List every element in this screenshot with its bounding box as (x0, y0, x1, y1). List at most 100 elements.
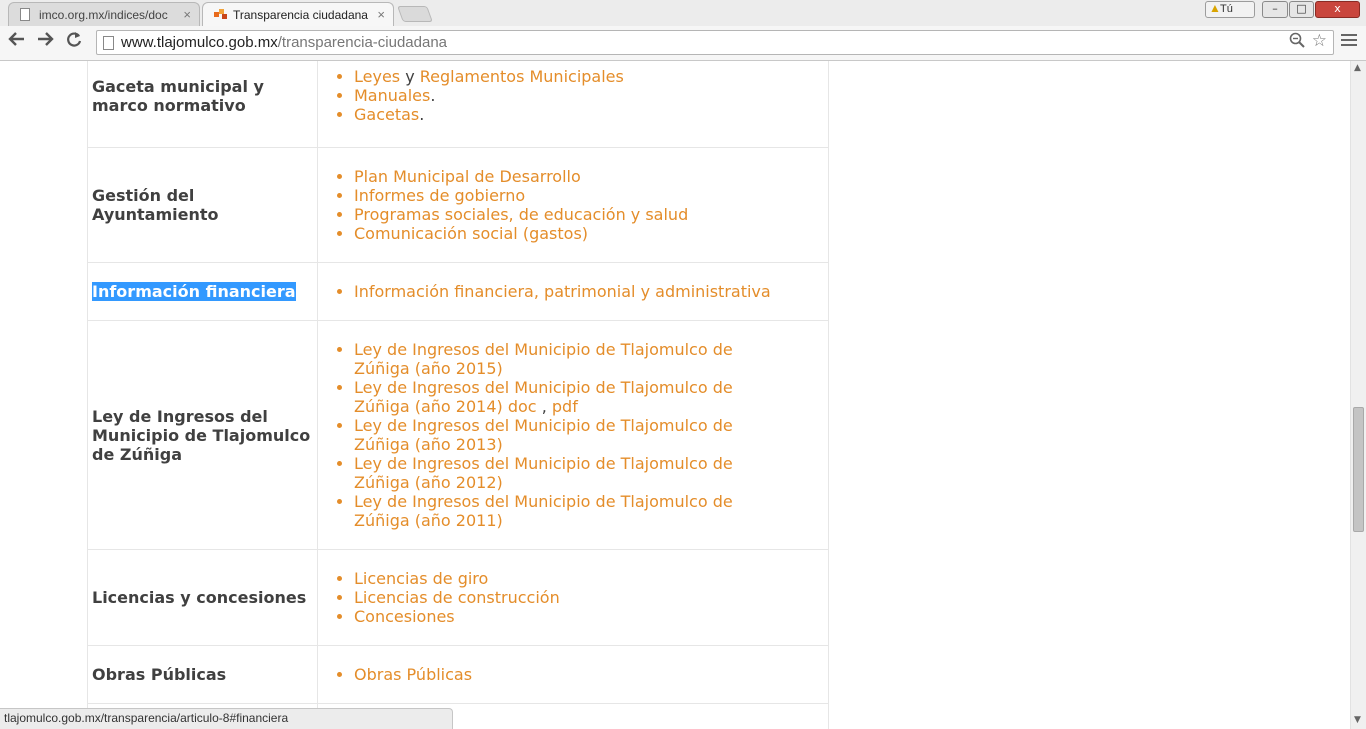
list-item: Concesiones (354, 607, 828, 626)
zoom-icon[interactable] (1289, 32, 1305, 53)
link-informacion-financiera[interactable]: Información financiera, patrimonial y ad… (354, 282, 771, 301)
link-list: Información financiera, patrimonial y ad… (328, 282, 828, 301)
category-cell: Licencias y concesiones (87, 549, 318, 646)
period-text: . (430, 86, 436, 105)
back-button[interactable] (5, 31, 29, 53)
links-cell: Licencias de giro Licencias de construcc… (317, 549, 829, 646)
table-row: Obras Públicas Obras Públicas (87, 645, 829, 704)
tab-title: Transparencia ciudadana (233, 8, 368, 22)
link-list: Plan Municipal de Desarrollo Informes de… (328, 167, 828, 243)
page-icon (103, 36, 114, 50)
hamburger-menu-icon[interactable] (1341, 34, 1357, 49)
category-cell: Obras Públicas (87, 645, 318, 704)
reload-button[interactable] (62, 31, 86, 53)
page-icon (20, 8, 30, 24)
browser-toolbar: www.tlajomulco.gob.mx/transparencia-ciud… (0, 26, 1366, 61)
category-cell: Gaceta municipal y marco normativo (87, 61, 318, 148)
tab-title: imco.org.mx/indices/doc (39, 8, 168, 22)
arrow-left-icon (8, 31, 26, 52)
links-cell: Plan Municipal de Desarrollo Informes de… (317, 147, 829, 263)
list-item: Gacetas. (354, 105, 828, 124)
link-licencias-construccion[interactable]: Licencias de construcción (354, 588, 560, 607)
link-ley-2013[interactable]: Ley de Ingresos del Municipio de Tlajomu… (354, 416, 733, 454)
link-comunicacion[interactable]: Comunicación social (gastos) (354, 224, 588, 243)
links-cell: Información financiera, patrimonial y ad… (317, 262, 829, 321)
list-item: Licencias de construcción (354, 588, 828, 607)
link-list: Obras Públicas (328, 665, 828, 684)
reload-icon (65, 32, 83, 54)
links-cell: Leyes y Reglamentos Municipales Manuales… (317, 61, 829, 148)
profile-button[interactable]: ▲ Tú (1205, 1, 1255, 18)
table-row: Licencias y concesiones Licencias de gir… (87, 549, 829, 646)
maximize-button[interactable]: □ (1289, 1, 1314, 18)
category-label: Licencias y concesiones (92, 588, 307, 607)
list-item: Licencias de giro (354, 569, 828, 588)
list-item: Ley de Ingresos del Municipio de Tlajomu… (354, 454, 744, 492)
url-path: /transparencia-ciudadana (277, 34, 448, 51)
category-cell: Información financiera (87, 262, 318, 321)
scrollbar-thumb[interactable] (1353, 407, 1364, 532)
list-item: Manuales. (354, 86, 828, 105)
link-ley-2015[interactable]: Ley de Ingresos del Municipio de Tlajomu… (354, 340, 733, 378)
list-item: Plan Municipal de Desarrollo (354, 167, 828, 186)
link-concesiones[interactable]: Concesiones (354, 607, 455, 626)
list-item: Obras Públicas (354, 665, 828, 684)
warning-icon: ▲ (1209, 1, 1221, 15)
category-label: Obras Públicas (92, 665, 227, 684)
separator-text: , (541, 397, 547, 416)
new-tab-button[interactable] (397, 6, 433, 22)
list-item: Ley de Ingresos del Municipio de Tlajomu… (354, 378, 744, 416)
table-row: Información financiera Información finan… (87, 262, 829, 321)
url-domain: www.tlajomulco.gob.mx (121, 34, 278, 51)
table-row: Gaceta municipal y marco normativo Leyes… (87, 61, 829, 148)
tab-strip: imco.org.mx/indices/doc × Transparencia … (0, 0, 1366, 26)
link-licencias-giro[interactable]: Licencias de giro (354, 569, 488, 588)
links-cell: Obras Públicas (317, 645, 829, 704)
url-text[interactable]: www.tlajomulco.gob.mx/transparencia-ciud… (121, 34, 447, 51)
table-row: Ley de Ingresos del Municipio de Tlajomu… (87, 320, 829, 550)
list-item: Ley de Ingresos del Municipio de Tlajomu… (354, 492, 744, 530)
links-cell: Ley de Ingresos del Municipio de Tlajomu… (317, 320, 829, 550)
list-item: Ley de Ingresos del Municipio de Tlajomu… (354, 340, 744, 378)
star-icon[interactable]: ☆ (1312, 31, 1327, 51)
close-tab-icon[interactable]: × (377, 7, 385, 22)
transparency-table: Gaceta municipal y marco normativo Leyes… (87, 61, 829, 729)
address-bar[interactable]: www.tlajomulco.gob.mx/transparencia-ciud… (96, 30, 1334, 55)
link-programas[interactable]: Programas sociales, de educación y salud (354, 205, 688, 224)
forward-button[interactable] (33, 31, 57, 53)
category-cell: Ley de Ingresos del Municipio de Tlajomu… (87, 320, 318, 550)
link-obras-publicas[interactable]: Obras Públicas (354, 665, 472, 684)
category-label: Ley de Ingresos del Municipio de Tlajomu… (92, 406, 311, 464)
close-tab-icon[interactable]: × (183, 7, 191, 22)
link-ley-2011[interactable]: Ley de Ingresos del Municipio de Tlajomu… (354, 492, 733, 530)
category-cell: Gestión del Ayuntamiento (87, 147, 318, 263)
link-plan-municipal[interactable]: Plan Municipal de Desarrollo (354, 167, 581, 186)
category-label: Gaceta municipal y marco normativo (92, 76, 264, 115)
arrow-right-icon (36, 31, 54, 52)
site-logo-icon (214, 8, 228, 23)
minimize-button[interactable]: – (1262, 1, 1288, 18)
list-item: Comunicación social (gastos) (354, 224, 828, 243)
status-bar-url: tlajomulco.gob.mx/transparencia/articulo… (0, 708, 453, 729)
list-item: Informes de gobierno (354, 186, 828, 205)
link-informes[interactable]: Informes de gobierno (354, 186, 525, 205)
page-viewport: Gaceta municipal y marco normativo Leyes… (0, 61, 1350, 729)
category-label-selected: Información financiera (92, 282, 296, 301)
table-row: Gestión del Ayuntamiento Plan Municipal … (87, 147, 829, 263)
link-ley-2014-pdf[interactable]: pdf (552, 397, 578, 416)
link-ley-2012[interactable]: Ley de Ingresos del Municipio de Tlajomu… (354, 454, 733, 492)
link-leyes[interactable]: Leyes (354, 67, 400, 86)
scroll-down-arrow-icon[interactable]: ▼ (1354, 715, 1361, 725)
close-window-button[interactable]: x (1315, 1, 1360, 18)
link-list: Licencias de giro Licencias de construcc… (328, 569, 828, 626)
scroll-up-arrow-icon[interactable]: ▲ (1354, 63, 1361, 73)
tab-transparencia[interactable]: Transparencia ciudadana × (202, 2, 394, 26)
tab-imco[interactable]: imco.org.mx/indices/doc × (8, 2, 200, 26)
link-reglamentos[interactable]: Reglamentos Municipales (420, 67, 624, 86)
list-item: Información financiera, patrimonial y ad… (354, 282, 828, 301)
vertical-scrollbar[interactable]: ▲ ▼ (1350, 61, 1366, 729)
link-gacetas[interactable]: Gacetas (354, 105, 419, 124)
link-manuales[interactable]: Manuales (354, 86, 430, 105)
link-list: Ley de Ingresos del Municipio de Tlajomu… (328, 340, 744, 530)
profile-label: Tú (1220, 3, 1233, 15)
